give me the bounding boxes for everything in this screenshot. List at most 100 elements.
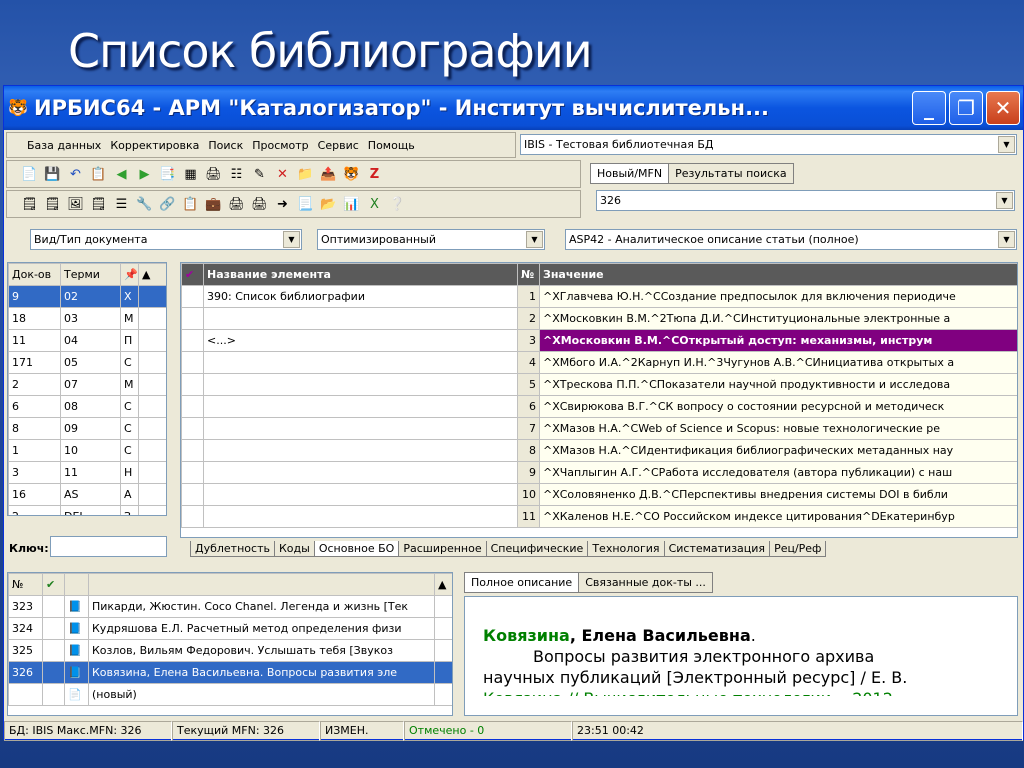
tab-field-1[interactable]: Коды [273,541,315,557]
field-row[interactable]: 7 ^ХМазов Н.А.^СWeb of Science и Scopus: … [181,417,1017,440]
printer2-icon[interactable]: 🖨 [251,196,268,213]
menu-item-2[interactable]: Поиск [208,139,243,152]
dict-row[interactable]: 11 04 П [8,329,166,352]
scroll-track[interactable] [138,505,166,515]
field-row[interactable]: 4 ^ХМбого И.А.^2Карнуп И.Н.^3Чугунов А.В.… [181,351,1017,374]
dict-row[interactable]: 18 03 М [8,307,166,330]
scroll-track[interactable] [138,285,166,308]
tab-field-7[interactable]: Рец/Реф [769,541,827,557]
tools-icon[interactable]: 🔧 [136,196,153,213]
col-term[interactable]: Терми [60,263,121,286]
tab-search-results[interactable]: Результаты поиска [668,163,794,184]
field-value[interactable]: ^ХМазов Н.А.^СИдентификация библиографич… [539,439,1017,462]
worksheet-select[interactable]: ASP42 - Аналитическое описание статьи (п… [565,229,1017,250]
field-row[interactable]: 390: Список библиографии 1 ^ХГлавчева Ю.Н.… [181,285,1017,308]
doctype-select[interactable]: Вид/Тип документа ▼ [30,229,302,250]
tab-field-3[interactable]: Расширенное [398,541,487,557]
record-row[interactable]: 📄 (новый) [8,683,452,706]
chevron-down-icon[interactable]: ▼ [283,231,300,248]
scroll-track[interactable] [138,417,166,440]
tab-field-0[interactable]: Дублетность [190,541,275,557]
doc3-icon[interactable]: 🗒 [90,196,107,213]
undo-icon[interactable]: ↶ [67,166,84,183]
scroll-track[interactable] [138,439,166,462]
z-icon[interactable]: Z [366,166,383,183]
chevron-down-icon[interactable]: ▼ [996,192,1013,209]
briefcase-icon[interactable]: 💼 [205,196,222,213]
field-row[interactable]: 9 ^ХЧаплыгин А.Г.^СРабота исследователя (… [181,461,1017,484]
chevron-down-icon[interactable]: ▼ [998,136,1015,153]
tab-new-mfn[interactable]: Новый/MFN [590,163,670,184]
field-value[interactable]: ^ХМосковкин В.М.^2Тюпа Д.И.^СИнституцион… [539,307,1017,330]
field-row[interactable]: 11 ^ХКаленов Н.Е.^СО Российском индексе ц… [181,505,1017,528]
forward-icon[interactable]: ▶ [136,166,153,183]
menu-item-4[interactable]: Сервис [318,139,359,152]
chevron-down-icon[interactable]: ▼ [526,231,543,248]
field-value[interactable]: ^ХЧаплыгин А.Г.^СРабота исследователя (а… [539,461,1017,484]
col-docs[interactable]: Док-ов [8,263,61,286]
field-value[interactable]: ^ХМбого И.А.^2Карнуп И.Н.^3Чугунов А.В.^… [539,351,1017,374]
pin-icon[interactable]: 📌 [120,263,139,286]
dict-row[interactable]: 1 10 С [8,439,166,462]
close-button[interactable]: ✕ [986,91,1020,125]
record-row[interactable]: 326 📘 Ковязина, Елена Васильевна. Вопросы … [8,661,452,684]
field-row[interactable]: 2 ^ХМосковкин В.М.^2Тюпа Д.И.^СИнституцио… [181,307,1017,330]
scroll-track[interactable] [138,307,166,330]
key-input[interactable] [50,536,167,557]
copy-icon[interactable]: 📋 [90,166,107,183]
scroll-track[interactable] [138,483,166,506]
scroll-track[interactable] [138,461,166,484]
dict-row[interactable]: 16 AS А [8,483,166,506]
scroll-track[interactable] [138,329,166,352]
field-value[interactable]: ^ХСвирюкова В.Г.^СК вопросу о состоянии … [539,395,1017,418]
menu-item-3[interactable]: Просмотр [252,139,308,152]
scroll-up[interactable]: ▲ [434,573,452,596]
record-row[interactable]: 324 📘 Кудряшова Е.Л. Расчетный метод опред… [8,617,452,640]
dict-row[interactable]: 8 09 С [8,417,166,440]
doc-icon[interactable]: 🗒 [21,196,38,213]
chevron-down-icon[interactable]: ▼ [998,231,1015,248]
edit-icon[interactable]: ✎ [251,166,268,183]
field-row[interactable]: 6 ^ХСвирюкова В.Г.^СК вопросу о состоянии… [181,395,1017,418]
record-row[interactable]: 325 📘 Козлов, Вильям Федорович. Услышать т… [8,639,452,662]
save-icon[interactable]: 💾 [44,166,61,183]
page-icon[interactable]: 📃 [297,196,314,213]
view-mode-select[interactable]: Оптимизированный ▼ [317,229,545,250]
excel-icon[interactable]: X [366,196,383,213]
tab-linked-docs[interactable]: Связанные док-ты ... [578,572,713,593]
dict-row[interactable]: 9 02 Х [8,285,166,308]
field-value[interactable]: ^ХКаленов Н.Е.^СО Российском индексе цит… [539,505,1017,528]
menu-item-0[interactable]: База данных [27,139,101,152]
mfn-field[interactable]: 326 ▼ [596,190,1015,211]
menu-item-1[interactable]: Корректировка [110,139,199,152]
chart-icon[interactable]: 📊 [343,196,360,213]
field-value[interactable]: ^ХТрескова П.П.^СПоказатели научной прод… [539,373,1017,396]
help-icon[interactable]: ❔ [389,196,406,213]
print-icon[interactable]: 🖨 [205,166,222,183]
tab-field-6[interactable]: Систематизация [663,541,771,557]
field-value[interactable]: ^ХМосковкин В.М.^СОткрытый доступ: механ… [539,329,1017,352]
tab-field-5[interactable]: Технология [587,541,665,557]
minimize-button[interactable]: _ [912,91,946,125]
menu-item-5[interactable]: Помощь [368,139,415,152]
dict-row[interactable]: 2 07 М [8,373,166,396]
dict-row[interactable]: 2DELЗ [8,505,166,515]
field-row[interactable]: 5 ^ХТрескова П.П.^СПоказатели научной про… [181,373,1017,396]
field-row[interactable]: <...> 3 ^ХМосковкин В.М.^СОткрытый доступ:… [181,329,1017,352]
dict-row[interactable]: 3 11 Н [8,461,166,484]
clipboard-icon[interactable]: 📋 [182,196,199,213]
open-folder-icon[interactable]: 📂 [320,196,337,213]
folder-icon[interactable]: 📁 [297,166,314,183]
printer-icon[interactable]: 🖨 [228,196,245,213]
field-value[interactable]: ^ХСоловяненко Д.В.^СПерспективы внедрени… [539,483,1017,506]
tree-icon[interactable]: ☷ [228,166,245,183]
tab-field-2[interactable]: Основное БО [313,541,400,557]
doc2-icon[interactable]: 🗒 [44,196,61,213]
scroll-track[interactable] [138,351,166,374]
field-value[interactable]: ^ХМазов Н.А.^СWeb of Science и Scopus: н… [539,417,1017,440]
delete-icon[interactable]: ✕ [274,166,291,183]
export-icon[interactable]: 📤 [320,166,337,183]
arrow-icon[interactable]: ➜ [274,196,291,213]
tab-full-desc[interactable]: Полное описание [464,572,580,593]
paste-icon[interactable]: 📑 [159,166,176,183]
